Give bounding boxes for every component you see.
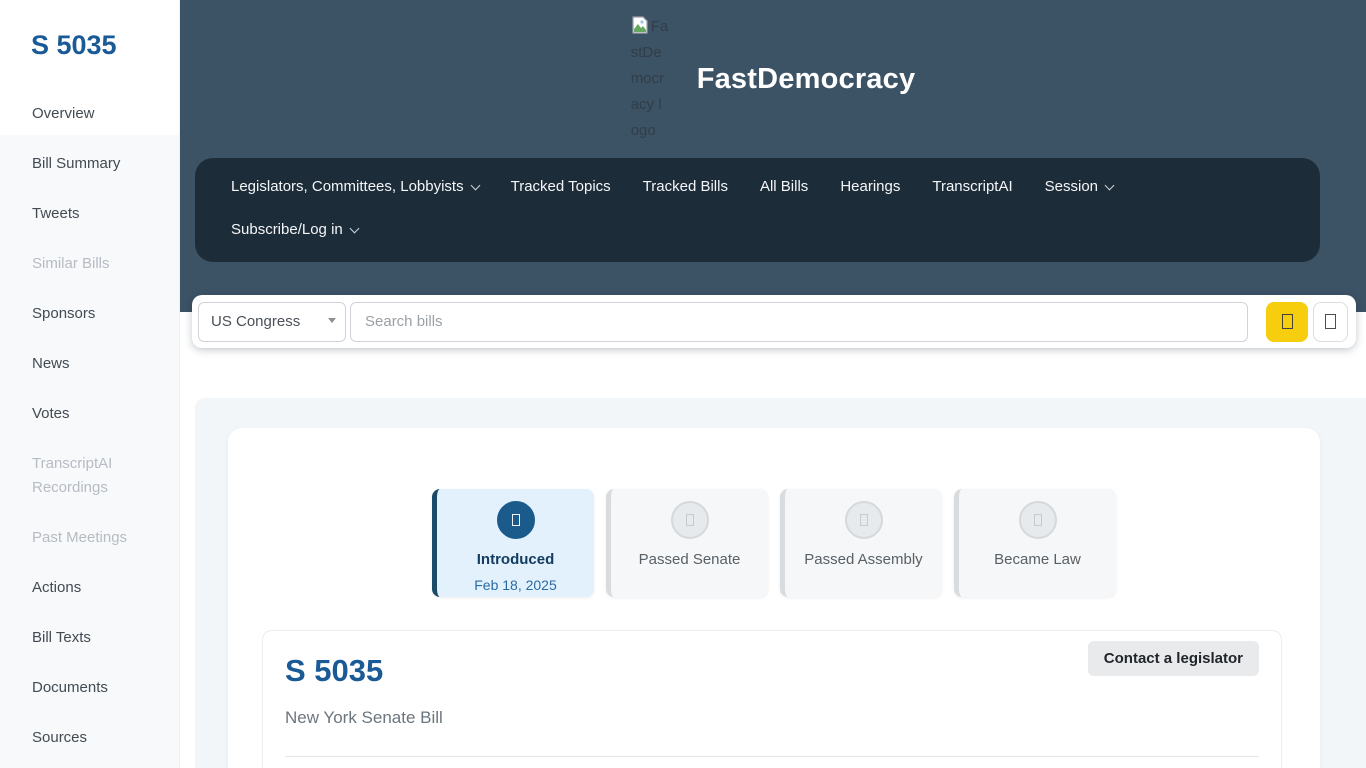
nav-item-label: Subscribe/Log in [231,221,343,238]
step-status-icon [497,501,535,539]
contact-legislator-button[interactable]: Contact a legislator [1088,641,1259,676]
sidebar-item-transcriptai-recordings: TranscriptAI Recordings [0,439,179,513]
jurisdiction-select[interactable]: US Congress [198,302,346,342]
missing-glyph-icon [1034,514,1042,526]
bill-overview-card: Introduced Feb 18, 2025 Passed Senate Passe… [228,428,1320,768]
nav-item-tracked-bills[interactable]: Tracked Bills [643,178,728,195]
content-section: Introduced Feb 18, 2025 Passed Senate Passe… [195,398,1366,768]
nav-item-label: Tracked Topics [511,178,611,195]
search-bar: US Congress [192,295,1356,348]
sidebar-item-actions[interactable]: Actions [0,563,179,613]
nav-item-label: Session [1045,178,1098,195]
bill-detail-card: S 5035 Contact a legislator New York Sen… [262,630,1282,768]
sidebar-item-sponsors[interactable]: Sponsors [0,289,179,339]
main-column: FastDemocracy logo FastDemocracy Legisla… [180,0,1366,768]
sidebar-item-tweets[interactable]: Tweets [0,189,179,239]
search-input[interactable] [350,302,1248,342]
chevron-down-icon [349,224,359,234]
step-status-icon [671,501,709,539]
sidebar-item-similar-bills: Similar Bills [0,239,179,289]
missing-glyph-icon [686,514,694,526]
page-header: FastDemocracy logo FastDemocracy Legisla… [180,0,1366,312]
progress-step-passed-assembly: Passed Assembly [780,489,942,597]
nav-item-label: TranscriptAI [932,178,1012,195]
main-navbar: Legislators, Committees, Lobbyists Tracke… [195,158,1320,262]
nav-item-legislators-committees-lobbyists[interactable]: Legislators, Committees, Lobbyists [231,178,479,195]
step-date: Feb 18, 2025 [437,577,594,593]
search-button[interactable] [1266,302,1308,342]
sidebar-item-past-meetings: Past Meetings [0,513,179,563]
chevron-down-icon [470,181,480,191]
logo-alt-text: FastDemocracy logo [631,18,669,139]
bill-card-header: S 5035 Contact a legislator [285,641,1259,689]
navbar-row-primary: Legislators, Committees, Lobbyists Tracke… [231,178,1284,195]
navbar-row-secondary: Subscribe/Log in [231,221,1284,238]
nav-item-label: All Bills [760,178,808,195]
sidebar-nav: OverviewBill SummaryTweetsSimilar BillsS… [0,89,179,763]
sidebar: S 5035 OverviewBill SummaryTweetsSimilar… [0,0,180,768]
divider [285,756,1259,757]
sidebar-item-overview[interactable]: Overview [0,89,179,139]
progress-step-introduced: Introduced Feb 18, 2025 [432,489,594,597]
nav-item-tracked-topics[interactable]: Tracked Topics [511,178,611,195]
nav-item-subscribe-log-in[interactable]: Subscribe/Log in [231,221,358,238]
bill-number-title: S 5035 [285,653,383,689]
step-label: Passed Senate [611,548,768,572]
sidebar-item-documents[interactable]: Documents [0,663,179,713]
nav-item-session[interactable]: Session [1045,178,1113,195]
step-label: Became Law [959,548,1116,572]
nav-item-transcriptai[interactable]: TranscriptAI [932,178,1012,195]
sidebar-item-votes[interactable]: Votes [0,389,179,439]
step-label: Introduced [437,548,594,572]
missing-glyph-icon [860,514,868,526]
broken-image-icon [631,16,649,34]
sidebar-bill-title: S 5035 [31,30,179,61]
nav-item-hearings[interactable]: Hearings [840,178,900,195]
step-label: Passed Assembly [785,548,942,572]
sidebar-item-sources[interactable]: Sources [0,713,179,763]
progress-step-passed-senate: Passed Senate [606,489,768,597]
nav-item-label: Hearings [840,178,900,195]
bill-subtitle: New York Senate Bill [285,708,1259,728]
progress-step-became-law: Became Law [954,489,1116,597]
missing-glyph-icon [1325,314,1336,329]
sidebar-item-news[interactable]: News [0,339,179,389]
nav-item-label: Tracked Bills [643,178,728,195]
brand-link[interactable]: FastDemocracy logo FastDemocracy [180,0,1366,150]
step-status-icon [845,501,883,539]
search-icon [1282,314,1293,329]
broken-logo-image: FastDemocracy logo [631,14,669,144]
nav-item-label: Legislators, Committees, Lobbyists [231,178,464,195]
sidebar-item-bill-texts[interactable]: Bill Texts [0,613,179,663]
nav-item-all-bills[interactable]: All Bills [760,178,808,195]
bill-progress-steps: Introduced Feb 18, 2025 Passed Senate Passe… [228,489,1320,597]
brand-title: FastDemocracy [697,63,916,96]
missing-glyph-icon [512,514,520,526]
step-status-icon [1019,501,1057,539]
sidebar-item-bill-summary[interactable]: Bill Summary [0,139,179,189]
jurisdiction-select-wrap: US Congress [198,302,346,342]
secondary-search-button[interactable] [1313,302,1348,342]
chevron-down-icon [1105,181,1115,191]
